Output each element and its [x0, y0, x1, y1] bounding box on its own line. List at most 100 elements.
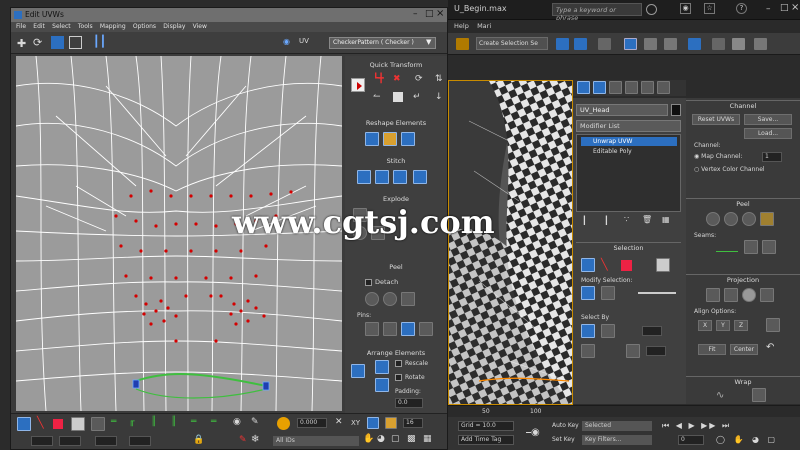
wrap-rollout-header[interactable]: Wrap	[686, 376, 800, 386]
close-button[interactable]: ×	[791, 2, 799, 13]
reset-uvws-button[interactable]: Reset UVWs	[692, 114, 740, 125]
expand-seams-icon[interactable]	[762, 240, 776, 254]
layer-icon[interactable]	[598, 38, 611, 50]
render-icon[interactable]	[754, 38, 767, 50]
relax-icon[interactable]	[383, 132, 397, 146]
ring-select-icon[interactable]: ╓	[129, 417, 134, 427]
rotate-90-icon[interactable]: ⟳	[415, 74, 423, 84]
uvw-menu-view[interactable]: View	[193, 23, 207, 30]
reset-peel-icon[interactable]	[742, 212, 756, 226]
uv-axis-icon[interactable]: ◉	[283, 37, 290, 46]
seam-select-icon[interactable]: ═	[191, 417, 196, 427]
field-2[interactable]	[59, 436, 81, 446]
freeform-icon[interactable]	[69, 36, 82, 49]
straighten-selection-icon[interactable]	[365, 132, 379, 146]
flip-icon[interactable]: ↵	[413, 92, 421, 102]
align-z-button[interactable]: Z	[734, 320, 748, 331]
align-vertical-icon[interactable]: ✖	[393, 74, 401, 84]
playback-controls[interactable]: ⏮ ◀ ▶ ▶▶ ⏭	[662, 421, 731, 431]
binoculars-icon[interactable]: ◉	[680, 3, 691, 14]
all-ids-dropdown[interactable]: All IDs	[273, 436, 359, 446]
straighten-icon[interactable]: ⇅	[435, 74, 443, 84]
center-button[interactable]: Center	[730, 344, 758, 355]
shrink-selection-icon[interactable]	[601, 286, 615, 300]
render-frame-icon[interactable]	[732, 38, 745, 50]
edge-select-icon[interactable]: ╲	[601, 258, 615, 272]
save-button[interactable]: Save...	[744, 114, 792, 125]
spline-map-icon[interactable]: ∿	[716, 390, 724, 401]
search-icon[interactable]	[646, 4, 657, 15]
pan-icon[interactable]: ✋	[363, 434, 374, 444]
edge-loop-icon[interactable]: ║	[171, 417, 176, 427]
planar-map-icon[interactable]	[706, 288, 720, 302]
uv-axis-label[interactable]: UV	[299, 37, 309, 45]
rescale-checkbox[interactable]: Rescale	[395, 360, 428, 367]
vertex-color-radio[interactable]: ○ Vertex Color Channel	[694, 166, 765, 173]
peel-uv-icon[interactable]	[383, 292, 397, 306]
stitch-custom-icon[interactable]	[357, 170, 371, 184]
pen-icon[interactable]: ✎	[239, 435, 247, 445]
render-setup-icon[interactable]	[712, 38, 725, 50]
stitch-target-icon[interactable]	[413, 170, 427, 184]
remove-modifier-icon[interactable]: 🗑	[642, 215, 652, 224]
menu-help[interactable]: Help	[454, 22, 469, 30]
zoom-extents-icon[interactable]: ▩	[407, 434, 416, 444]
pack-together-icon[interactable]	[375, 360, 389, 374]
element-xy-icon[interactable]	[626, 344, 640, 358]
object-color-swatch[interactable]	[671, 104, 681, 116]
uvw-menu-options[interactable]: Options	[133, 23, 156, 30]
vertex-select-icon[interactable]	[581, 258, 595, 272]
timeline[interactable]: 50 100	[448, 405, 800, 417]
lock-icon[interactable]: 🔒	[193, 435, 204, 445]
quick-peel-icon[interactable]	[706, 212, 720, 226]
bind-icon[interactable]	[456, 38, 469, 50]
peel-rollout-header[interactable]: Peel	[686, 198, 800, 208]
channel-rollout-header[interactable]: Channel	[686, 100, 800, 110]
load-button[interactable]: Load...	[744, 128, 792, 139]
pack-custom-icon[interactable]	[375, 378, 389, 392]
point-to-point-seam-icon[interactable]	[716, 244, 738, 252]
box-map-icon[interactable]	[760, 288, 774, 302]
align-x-button[interactable]: X	[698, 320, 712, 331]
stitch-source-icon[interactable]	[375, 170, 389, 184]
pack-normalize-icon[interactable]	[351, 364, 365, 378]
paint-select-icon[interactable]: ✎	[251, 417, 259, 427]
add-time-tag-field[interactable]: Add Time Tag	[458, 435, 514, 445]
snowflake-icon[interactable]: ❄	[251, 434, 259, 445]
element-mode-icon[interactable]	[71, 417, 85, 431]
key-filters-button[interactable]: Key Filters...	[582, 435, 652, 445]
dropdown-arrow-icon[interactable]: ▼	[426, 38, 431, 46]
point-to-point-icon[interactable]	[581, 344, 595, 358]
fit-button[interactable]: Fit	[698, 344, 726, 355]
material-editor-icon[interactable]	[688, 38, 701, 50]
edge-sel-to-seams-icon[interactable]	[744, 240, 758, 254]
stitch-average-icon[interactable]	[393, 170, 407, 184]
quick-transform-header[interactable]: Quick Transform	[345, 60, 447, 70]
create-tab-icon[interactable]	[577, 81, 590, 94]
lock-selected-icon[interactable]	[385, 417, 397, 429]
best-align-icon[interactable]	[766, 318, 780, 332]
uvw-minimize-button[interactable]: –	[413, 9, 418, 19]
maximize-button[interactable]: □	[780, 3, 789, 13]
soft-select-icon[interactable]: ◉	[233, 417, 241, 427]
object-name-field[interactable]: UV_Head	[576, 104, 668, 116]
map-channel-spinner[interactable]: 1	[762, 152, 782, 162]
vertex-mode-icon[interactable]	[17, 417, 31, 431]
selection-rollout-header[interactable]: Selection	[576, 242, 681, 252]
zoom-field[interactable]: 16	[403, 418, 423, 428]
brush-size-icon[interactable]	[277, 417, 290, 430]
help-icon[interactable]: ?	[736, 3, 747, 14]
utilities-tab-icon[interactable]	[657, 81, 670, 94]
stack-item-editable-poly[interactable]: Editable Poly	[581, 147, 677, 156]
key-icon[interactable]: ⎯◉	[526, 427, 540, 438]
uvw-titlebar[interactable]: Edit UVWs – □ ×	[11, 8, 447, 22]
scale-icon[interactable]	[51, 36, 64, 49]
align-horizontal-icon[interactable]: ┗╋	[373, 74, 384, 84]
reset-projection-icon[interactable]: ↶	[766, 342, 774, 353]
zoom-icon[interactable]: ◕	[377, 434, 385, 444]
scene-explorer-icon[interactable]	[624, 38, 637, 50]
mirror-uv-icon[interactable]: ┃┃	[93, 35, 106, 48]
show-end-result-icon[interactable]: ┃	[604, 216, 609, 225]
unpin-icon[interactable]	[383, 322, 397, 336]
element-select-icon[interactable]	[656, 258, 670, 272]
